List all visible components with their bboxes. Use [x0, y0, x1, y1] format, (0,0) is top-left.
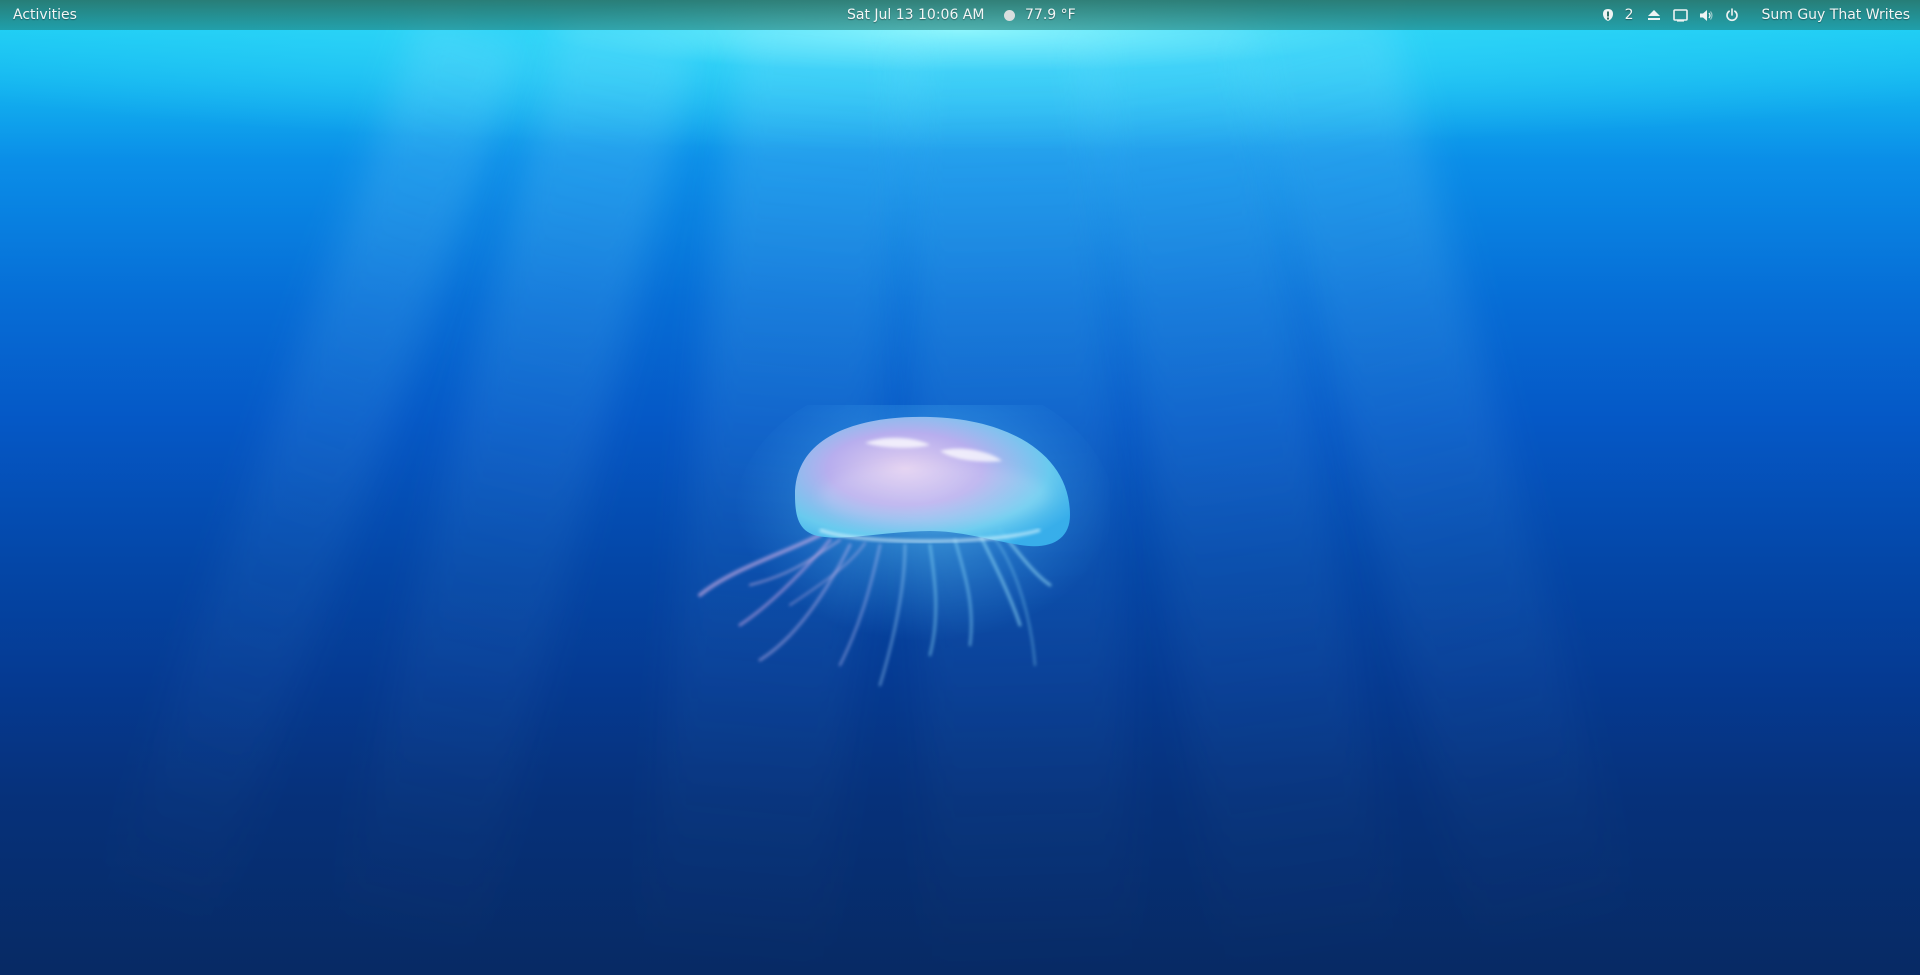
activities-button[interactable]: Activities	[13, 0, 77, 30]
eject-icon[interactable]	[1643, 0, 1665, 30]
top-panel: Activities Sat Jul 13 10:06 AM 77.9 °F 2	[0, 0, 1920, 30]
date-time-menu[interactable]: Sat Jul 13 10:06 AM	[847, 0, 984, 30]
system-tray: 2 Sum Guy That Writes	[1597, 0, 1920, 30]
user-menu[interactable]: Sum Guy That Writes	[1761, 0, 1910, 30]
volume-icon[interactable]	[1695, 0, 1717, 30]
jellyfish-image	[698, 405, 1110, 687]
notification-badge-icon[interactable]	[1597, 0, 1619, 30]
weather-condition-dot-icon	[1004, 9, 1015, 21]
weather-temperature: 77.9 °F	[1025, 7, 1076, 23]
weather-indicator[interactable]: 77.9 °F	[1004, 0, 1076, 30]
notification-count[interactable]: 2	[1625, 0, 1634, 30]
display-icon[interactable]	[1669, 0, 1691, 30]
desktop-wallpaper	[0, 0, 1920, 975]
power-icon[interactable]	[1721, 0, 1743, 30]
